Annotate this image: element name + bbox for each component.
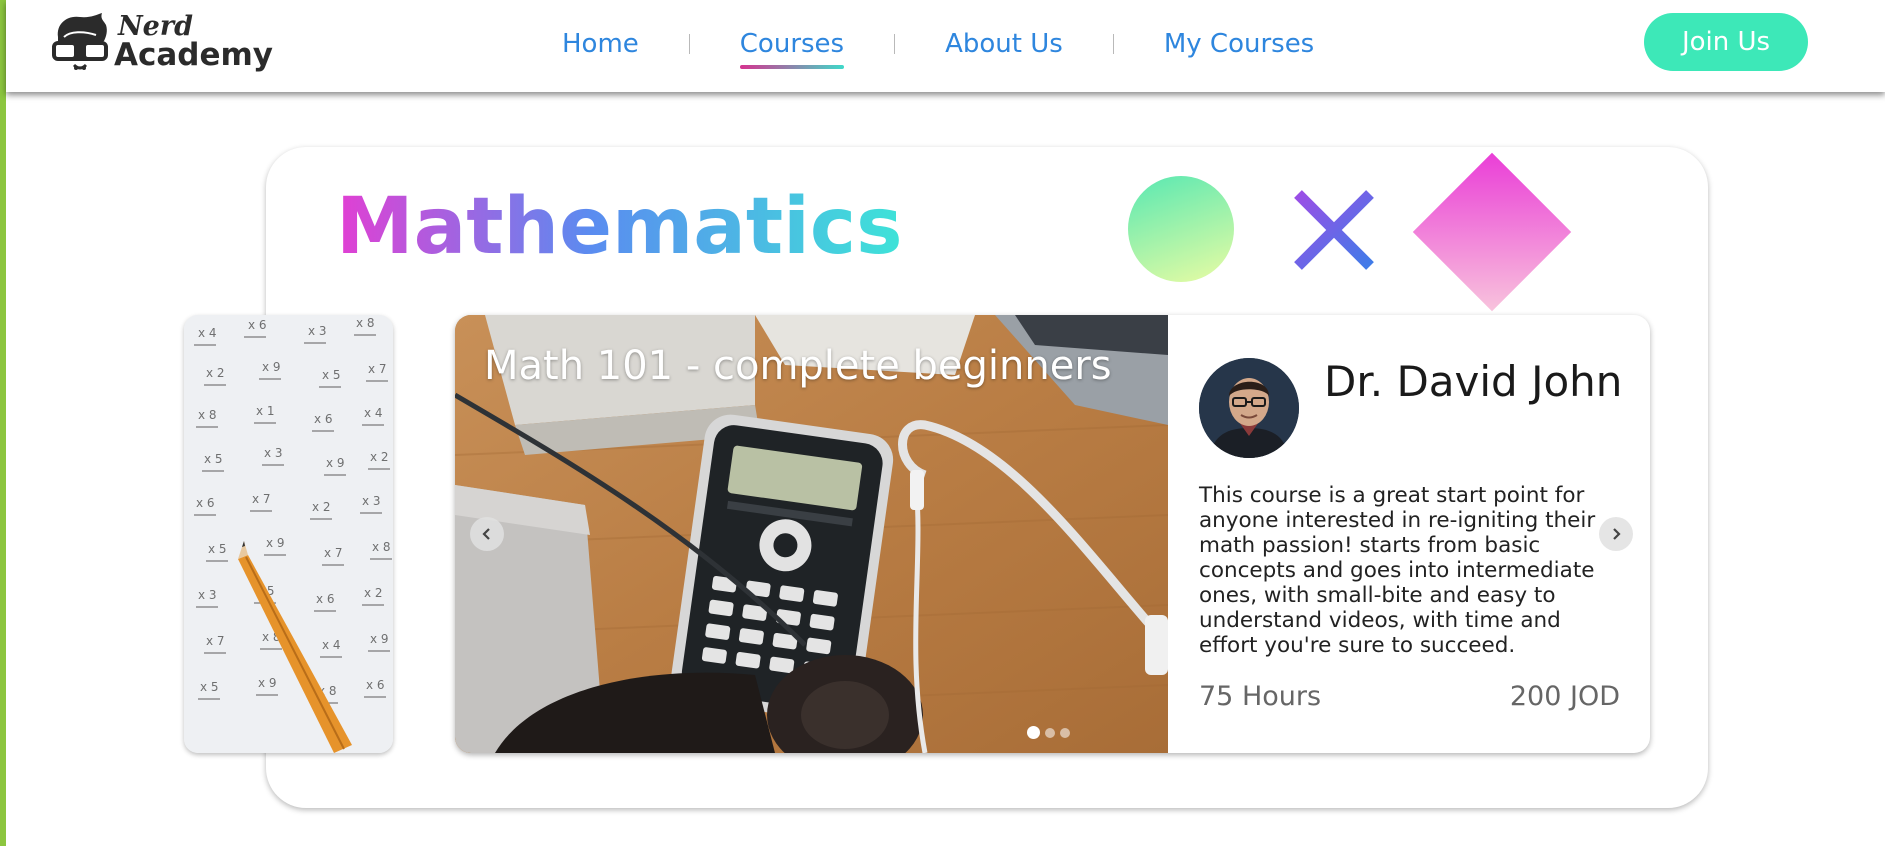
svg-text:x 7: x 7 [206, 634, 225, 648]
nav-courses[interactable]: Courses [739, 29, 845, 69]
svg-text:x 9: x 9 [326, 456, 345, 470]
svg-text:x 8: x 8 [198, 408, 217, 422]
nav-divider [688, 34, 690, 54]
svg-text:x 3: x 3 [264, 446, 283, 460]
carousel-dot-3[interactable] [1060, 727, 1070, 738]
svg-text:x 2: x 2 [206, 366, 225, 380]
course-hours: 75 Hours [1199, 681, 1322, 712]
svg-text:x 5: x 5 [322, 368, 341, 382]
carousel-indicators [1027, 726, 1070, 739]
brand-line-2: Academy [114, 37, 274, 73]
worksheet-photo: x 4 x 6 x 3 x 8 x 2 x 9 x 5 x 7 x 8 x 1 x 6 x 4 x… [184, 315, 393, 753]
join-us-button[interactable]: Join Us [1644, 13, 1808, 71]
svg-text:x 6: x 6 [366, 678, 385, 692]
svg-text:x 8: x 8 [372, 540, 391, 554]
svg-text:x 6: x 6 [314, 412, 333, 426]
course-title: Math 101 - complete beginners [484, 343, 1112, 389]
svg-text:x 5: x 5 [208, 542, 227, 556]
svg-text:x 5: x 5 [204, 452, 223, 466]
svg-text:x 6: x 6 [248, 318, 267, 332]
svg-text:x 5: x 5 [200, 680, 219, 694]
svg-text:x 9: x 9 [262, 360, 281, 374]
svg-text:x 8: x 8 [356, 316, 375, 330]
svg-text:x 7: x 7 [324, 546, 343, 560]
carousel-prev-button[interactable] [470, 517, 504, 551]
svg-text:x 3: x 3 [308, 324, 327, 338]
svg-text:x 2: x 2 [312, 500, 331, 514]
decor-x-shape [1294, 190, 1374, 270]
subject-title: Mathematics [336, 182, 903, 272]
svg-text:x 6: x 6 [196, 496, 215, 510]
instructor-photo [1199, 358, 1299, 458]
nav-about-us[interactable]: About Us [945, 29, 1063, 59]
svg-text:x 4: x 4 [364, 406, 383, 420]
nav-divider [1112, 34, 1114, 54]
nav-home[interactable]: Home [562, 29, 639, 59]
main-nav: Home Courses About Us My Courses [562, 22, 1314, 69]
svg-text:x 9: x 9 [266, 536, 285, 550]
course-details: Dr. David John This course is a great st… [1168, 315, 1650, 753]
svg-text:x 1: x 1 [256, 404, 275, 418]
svg-text:x 4: x 4 [322, 638, 341, 652]
worksheet-image: x 4 x 6 x 3 x 8 x 2 x 9 x 5 x 7 x 8 x 1 x 6 x 4 x… [184, 315, 393, 753]
svg-text:x 2: x 2 [370, 450, 389, 464]
svg-text:x 6: x 6 [316, 592, 335, 606]
brand-logo[interactable]: Nerd Academy [50, 10, 273, 74]
course-photo: Math 101 - complete beginners [455, 315, 1168, 753]
carousel-next-button[interactable] [1599, 517, 1633, 551]
nerd-mascot-icon [52, 13, 108, 70]
chevron-left-icon [482, 528, 490, 540]
chevron-right-icon [1613, 528, 1621, 540]
instructor-name: Dr. David John [1324, 357, 1623, 406]
svg-text:x 9: x 9 [370, 632, 389, 646]
carousel-dot-2[interactable] [1045, 727, 1055, 738]
svg-text:x 3: x 3 [198, 588, 217, 602]
decor-circle-shape [1128, 176, 1234, 282]
course-price: 200 JOD [1509, 681, 1620, 712]
brand-wordmark: Nerd Academy [114, 13, 273, 71]
left-accent-strip [0, 0, 6, 846]
svg-text:x 7: x 7 [368, 362, 387, 376]
svg-text:x 2: x 2 [364, 586, 383, 600]
svg-text:x 7: x 7 [252, 492, 271, 506]
carousel-dot-1[interactable] [1027, 726, 1040, 739]
svg-text:x 4: x 4 [198, 326, 217, 340]
svg-text:x 3: x 3 [362, 494, 381, 508]
instructor-avatar [1199, 358, 1299, 458]
course-description: This course is a great start point for a… [1199, 483, 1596, 658]
nav-divider [894, 34, 896, 54]
nav-my-courses[interactable]: My Courses [1164, 29, 1314, 59]
course-card: Math 101 - complete beginners Dr. David … [455, 315, 1650, 753]
top-navbar: Nerd Academy Home Courses About Us My Co… [6, 0, 1885, 92]
brand-line-1: Nerd [118, 11, 193, 42]
svg-text:x 9: x 9 [258, 676, 277, 690]
